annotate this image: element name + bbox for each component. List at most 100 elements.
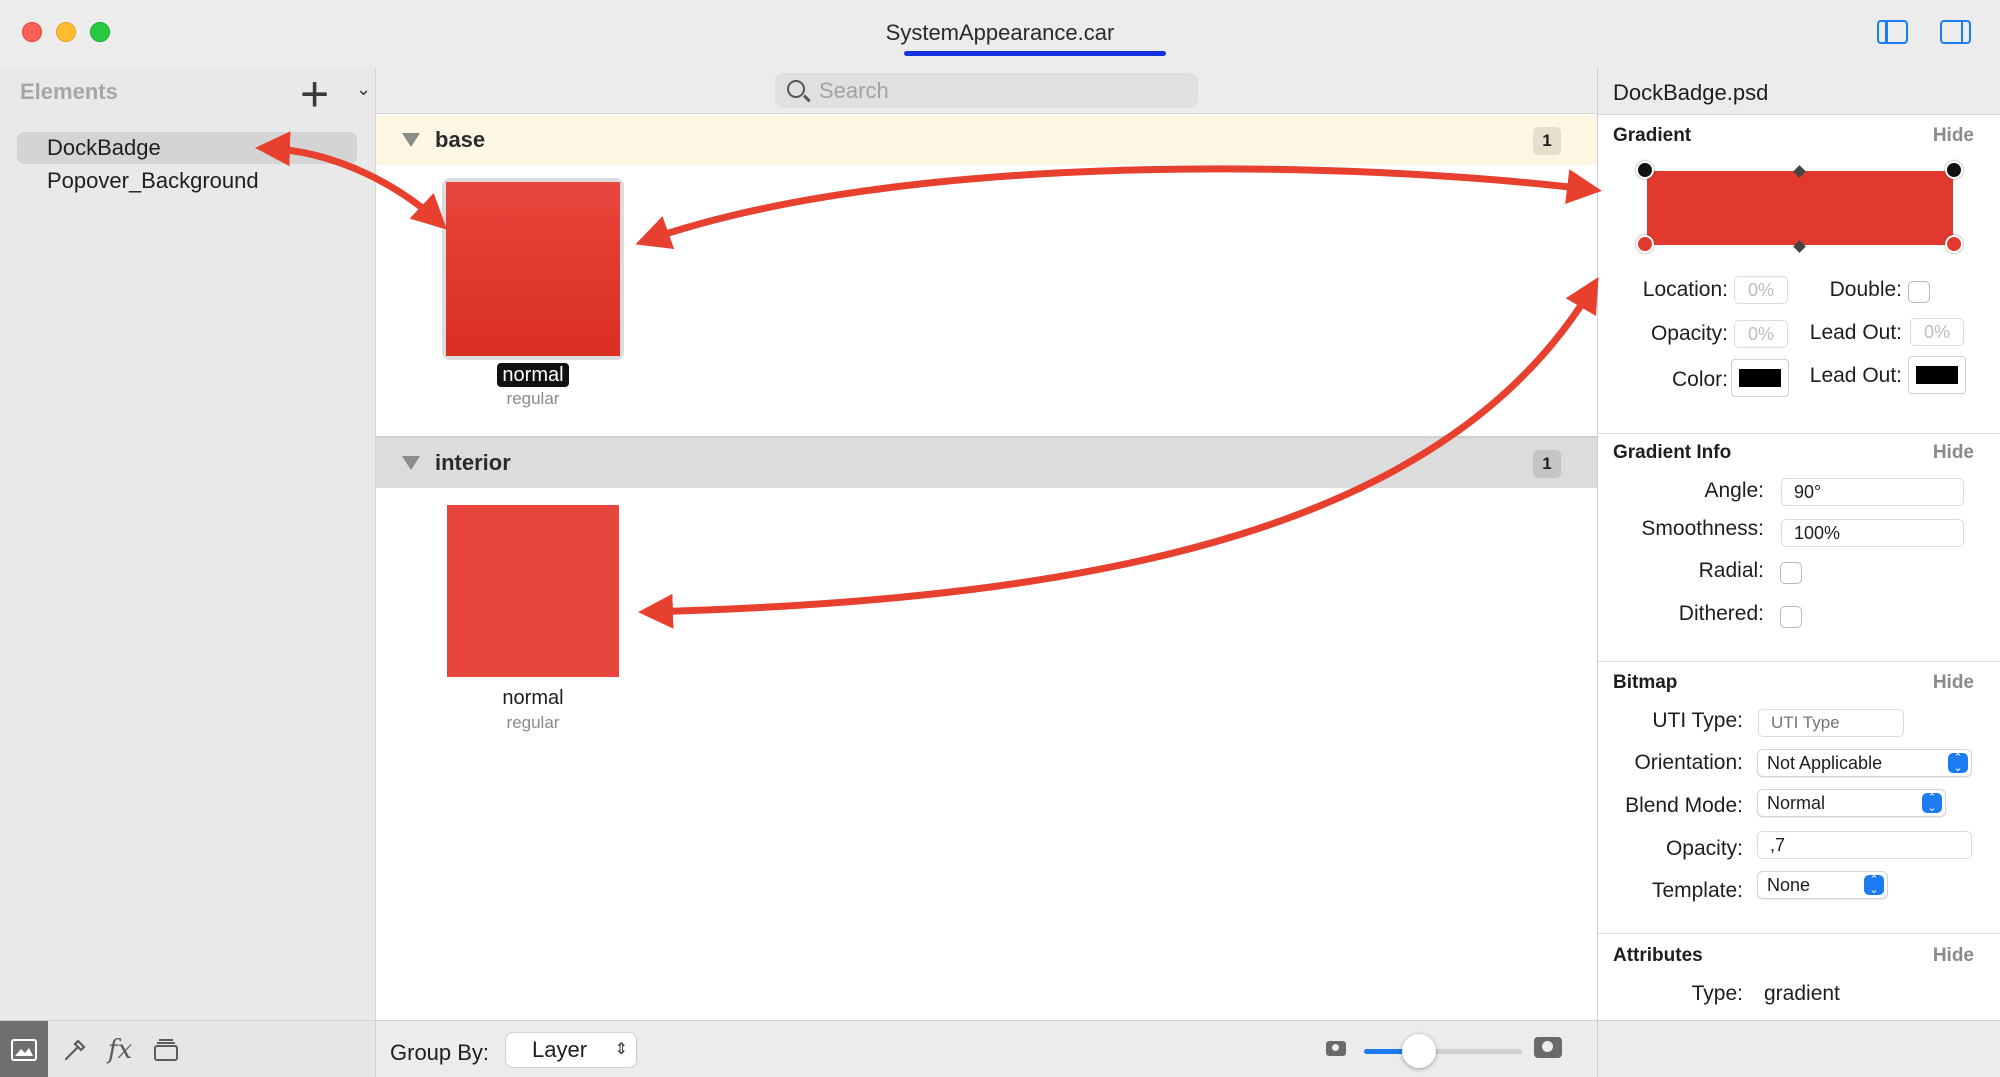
rendition-label: normal xyxy=(453,363,613,387)
lead-out-color-label: Lead Out: xyxy=(1809,364,1902,387)
camera-icon xyxy=(1534,1037,1562,1058)
location-label: Location: xyxy=(1642,278,1728,301)
section-divider xyxy=(1598,661,2000,662)
location-field[interactable] xyxy=(1734,276,1788,304)
gradient-stop-color[interactable] xyxy=(1636,235,1654,253)
rendition-thumbnail-base[interactable] xyxy=(446,182,620,356)
double-checkbox[interactable] xyxy=(1908,281,1930,303)
dithered-checkbox[interactable] xyxy=(1780,606,1802,628)
color-label: Color: xyxy=(1671,368,1728,391)
disclosure-triangle-icon[interactable] xyxy=(402,133,420,147)
angle-field[interactable] xyxy=(1781,478,1964,506)
content-footer: Group By: Layer ⇕ xyxy=(376,1020,1597,1077)
type-value: gradient xyxy=(1764,982,1840,1005)
group-by-label: Group By: xyxy=(390,1040,490,1065)
up-down-chevron-icon: ⌃ ⌄ xyxy=(1948,753,1968,774)
orientation-select[interactable]: Not Applicable ⌃ ⌄ xyxy=(1757,749,1972,777)
section-title-gradient-info: Gradient Info xyxy=(1613,442,1732,463)
group-count-badge: 1 xyxy=(1533,127,1561,155)
blend-mode-select[interactable]: Normal ⌃ ⌄ xyxy=(1757,789,1946,817)
section-title-attributes: Attributes xyxy=(1613,945,1703,966)
up-down-chevron-icon: ⌃ ⌄ xyxy=(1922,793,1942,814)
section-divider xyxy=(1598,933,2000,934)
thumbnail-size-slider[interactable] xyxy=(1364,1049,1522,1054)
group-header-interior[interactable]: interior 1 xyxy=(376,438,1597,488)
group-title: base xyxy=(435,127,486,152)
camera-icon xyxy=(1326,1041,1346,1056)
slider-knob[interactable] xyxy=(1402,1034,1437,1068)
search-field[interactable] xyxy=(775,73,1198,108)
image-icon[interactable] xyxy=(0,1021,48,1077)
blend-mode-value: Normal xyxy=(1767,793,1826,813)
orientation-label: Orientation: xyxy=(1634,751,1743,774)
chevron-down-icon[interactable]: ⌄ xyxy=(356,79,371,100)
template-label: Template: xyxy=(1651,879,1743,902)
content-area: base 1 normal regular interior 1 normal … xyxy=(376,67,1597,1020)
up-down-chevron-icon: ⇕ xyxy=(614,1041,628,1058)
layers-icon[interactable] xyxy=(142,1021,190,1077)
inspector-header: DockBadge.psd xyxy=(1598,67,2000,115)
bitmap-opacity-label: Opacity: xyxy=(1665,837,1743,860)
sidebar-item-popover-background[interactable]: Popover_Background xyxy=(17,165,357,197)
rendition-thumbnail-interior[interactable] xyxy=(447,505,619,677)
smoothness-field[interactable] xyxy=(1781,519,1964,547)
title-bar: SystemAppearance.car xyxy=(0,0,2000,67)
rendition-sublabel: regular xyxy=(506,713,560,732)
smoothness-label: Smoothness: xyxy=(1641,517,1764,540)
sidebar-header: Elements xyxy=(20,79,118,104)
search-icon xyxy=(787,80,805,98)
hide-bitmap-button[interactable]: Hide xyxy=(1933,672,1974,694)
lead-out-label: Lead Out: xyxy=(1809,321,1902,344)
up-down-chevron-icon: ⌃ ⌄ xyxy=(1864,875,1884,896)
uti-type-label: UTI Type: xyxy=(1652,709,1743,732)
opacity-label: Opacity: xyxy=(1650,322,1728,345)
radial-checkbox[interactable] xyxy=(1780,562,1802,584)
gradient-stop-color[interactable] xyxy=(1945,235,1963,253)
double-label: Double: xyxy=(1829,278,1902,301)
lead-out-field[interactable] xyxy=(1910,318,1964,346)
section-title-gradient: Gradient xyxy=(1613,125,1692,146)
sidebar-item-dockbadge[interactable]: DockBadge xyxy=(17,132,357,164)
group-count-badge: 1 xyxy=(1533,450,1561,478)
inspector-file-name: DockBadge.psd xyxy=(1613,80,1769,105)
template-select[interactable]: None ⌃ ⌄ xyxy=(1757,871,1888,899)
lead-out-color-well[interactable] xyxy=(1908,356,1966,394)
rendition-sublabel: regular xyxy=(506,389,560,408)
gradient-stop-opacity[interactable] xyxy=(1636,161,1654,179)
elements-sidebar: Elements + ⌄ DockBadge Popover_Backgroun… xyxy=(0,67,376,1020)
gradient-preview[interactable] xyxy=(1647,171,1953,245)
fx-icon[interactable]: fx xyxy=(96,1021,144,1077)
sidebar-footer: fx xyxy=(0,1020,376,1077)
template-value: None xyxy=(1767,875,1811,895)
window-title: SystemAppearance.car xyxy=(885,20,1115,45)
group-by-value: Layer xyxy=(532,1037,588,1062)
title-underline-annotation xyxy=(904,51,1166,56)
group-title: interior xyxy=(435,450,511,475)
bitmap-opacity-field[interactable] xyxy=(1757,831,1972,859)
type-label: Type: xyxy=(1691,982,1743,1005)
section-divider xyxy=(1598,433,2000,434)
inspector-panel: DockBadge.psd Gradient Hide Location: Do… xyxy=(1597,67,2000,1020)
disclosure-triangle-icon[interactable] xyxy=(402,456,420,470)
group-by-select[interactable]: Layer ⇕ xyxy=(506,1033,636,1067)
radial-label: Radial: xyxy=(1698,559,1764,582)
inspector-footer xyxy=(1597,1020,2000,1077)
uti-type-field[interactable] xyxy=(1758,709,1904,737)
toggle-right-sidebar-icon[interactable] xyxy=(1940,20,1971,44)
rendition-label: normal xyxy=(502,687,564,709)
gradient-stop-opacity[interactable] xyxy=(1945,161,1963,179)
angle-label: Angle: xyxy=(1704,479,1764,502)
hide-gradient-button[interactable]: Hide xyxy=(1933,125,1974,147)
hide-gradient-info-button[interactable]: Hide xyxy=(1933,442,1974,464)
group-header-base[interactable]: base 1 xyxy=(376,115,1597,165)
dithered-label: Dithered: xyxy=(1678,602,1764,625)
orientation-value: Not Applicable xyxy=(1767,753,1883,773)
section-title-bitmap: Bitmap xyxy=(1613,672,1678,693)
content-toolbar xyxy=(376,67,1597,114)
add-icon[interactable]: + xyxy=(300,69,329,119)
toggle-left-sidebar-icon[interactable] xyxy=(1877,20,1908,44)
blend-mode-label: Blend Mode: xyxy=(1625,794,1743,817)
search-input[interactable] xyxy=(819,73,1189,108)
eyedropper-icon[interactable] xyxy=(50,1021,98,1077)
hide-attributes-button[interactable]: Hide xyxy=(1933,945,1974,967)
